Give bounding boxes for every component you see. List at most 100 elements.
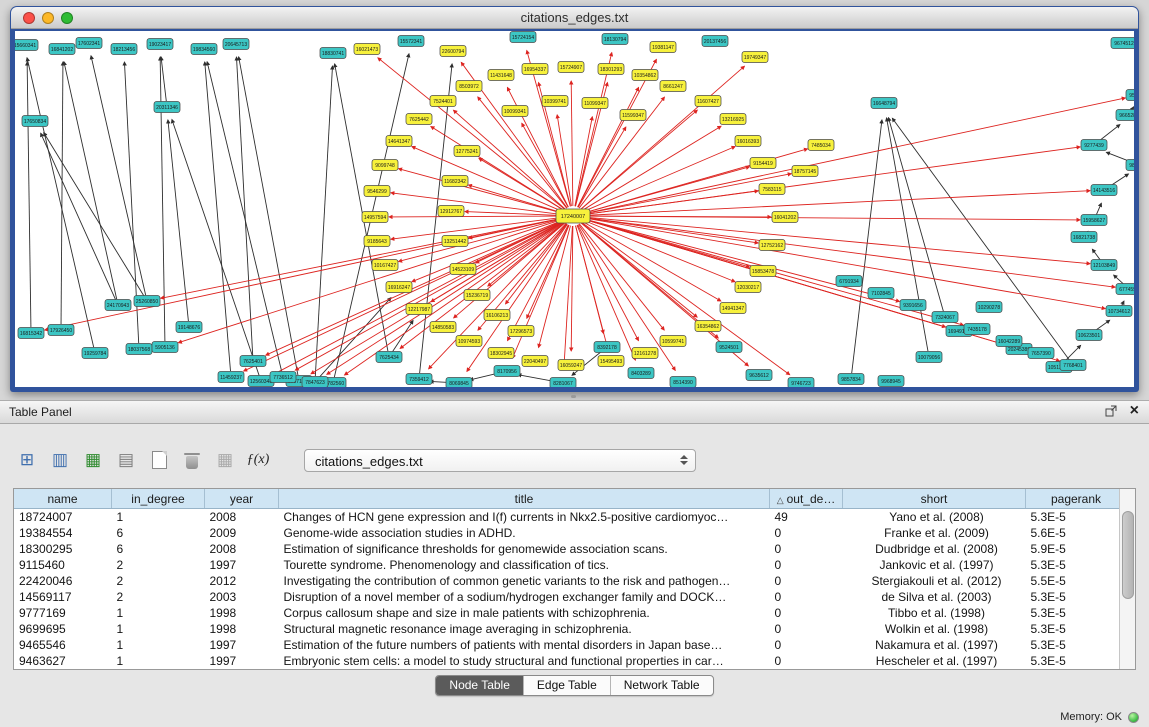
graph-node[interactable]: 9665283 [1116, 110, 1134, 121]
graph-node[interactable]: 18037568 [126, 344, 152, 355]
cell-title[interactable]: Corpus callosum shape and size in male p… [279, 605, 770, 621]
graph-node[interactable]: 11607427 [695, 96, 721, 107]
cell-short[interactable]: Dudbridge et al. (2008) [843, 541, 1026, 557]
cell-in-degree[interactable]: 2 [112, 573, 205, 589]
function-builder-icon[interactable]: ƒ(x) [247, 448, 269, 472]
table-scrollbar[interactable] [1119, 489, 1135, 669]
graph-node[interactable]: 7583115 [759, 184, 785, 195]
graph-node[interactable]: 7102845 [868, 288, 894, 299]
cell-short[interactable]: Stergiakouli et al. (2012) [843, 573, 1026, 589]
graph-node[interactable]: 15958627 [1081, 215, 1107, 226]
graph-node[interactable]: 14957594 [362, 212, 388, 223]
graph-node[interactable]: 17296573 [508, 326, 534, 337]
col-header-out-de[interactable]: △out_de… [770, 489, 843, 509]
cell-title[interactable]: Estimation of significance thresholds fo… [279, 541, 770, 557]
graph-node[interactable]: 7485034 [808, 140, 834, 151]
graph-node[interactable]: 11682342 [442, 176, 468, 187]
delete-column-icon[interactable] [181, 448, 203, 472]
network-window-titlebar[interactable]: citations_edges.txt [11, 7, 1138, 29]
table-row[interactable]: 977716911998Corpus callosum shape and si… [14, 605, 1127, 621]
graph-node[interactable]: 11431648 [488, 70, 514, 81]
cell-short[interactable]: Nakamura et al. (1997) [843, 637, 1026, 653]
cell-name[interactable]: 19384554 [14, 525, 112, 541]
graph-node[interactable]: 15572341 [398, 36, 424, 47]
tab-edge-table[interactable]: Edge Table [524, 676, 611, 695]
cell-out-de[interactable]: 0 [770, 541, 843, 557]
cell-year[interactable]: 1997 [205, 637, 279, 653]
cell-in-degree[interactable]: 1 [112, 605, 205, 621]
cell-year[interactable]: 1997 [205, 557, 279, 573]
graph-node[interactable]: 14641347 [386, 136, 412, 147]
graph-node[interactable]: 7847623 [302, 377, 328, 388]
cell-pagerank[interactable]: 5.6E-5 [1026, 525, 1127, 541]
graph-node[interactable]: 18213456 [111, 44, 137, 55]
graph-node[interactable]: 10623501 [1076, 330, 1102, 341]
cell-title[interactable]: Estimation of the future numbers of pati… [279, 637, 770, 653]
graph-node[interactable]: 18301293 [598, 64, 624, 75]
graph-node[interactable]: 15724154 [510, 32, 536, 43]
graph-node[interactable]: 8503972 [456, 81, 482, 92]
graph-node[interactable]: 9968945 [878, 376, 904, 387]
table-row[interactable]: 1938455462009Genome-wide association stu… [14, 525, 1127, 541]
cell-year[interactable]: 2008 [205, 509, 279, 526]
table-row[interactable]: 911546021997Tourette syndrome. Phenomeno… [14, 557, 1127, 573]
cell-title[interactable]: Genome-wide association studies in ADHD. [279, 525, 770, 541]
graph-node[interactable]: 12752162 [759, 240, 785, 251]
cell-in-degree[interactable]: 1 [112, 509, 205, 526]
row-height-icon[interactable]: ▤ [115, 448, 137, 472]
table-row[interactable]: 969969511998Structural magnetic resonanc… [14, 621, 1127, 637]
graph-node[interactable]: 17926450 [48, 325, 74, 336]
cell-in-degree[interactable]: 1 [112, 621, 205, 637]
cell-name[interactable]: 9465546 [14, 637, 112, 653]
cell-out-de[interactable]: 49 [770, 509, 843, 526]
new-column-icon[interactable] [148, 448, 170, 472]
graph-node[interactable]: 11599347 [620, 110, 646, 121]
graph-node[interactable]: 9674512 [1111, 38, 1134, 49]
cell-pagerank[interactable]: 5.3E-5 [1026, 637, 1127, 653]
cell-year[interactable]: 1998 [205, 621, 279, 637]
cell-title[interactable]: Disruption of a novel member of a sodium… [279, 589, 770, 605]
graph-node[interactable]: 9099748 [372, 160, 398, 171]
col-header-title[interactable]: title [279, 489, 770, 509]
col-header-in-degree[interactable]: in_degree [112, 489, 205, 509]
cell-pagerank[interactable]: 5.3E-5 [1026, 557, 1127, 573]
graph-node[interactable]: 9524501 [716, 342, 742, 353]
cell-out-de[interactable]: 0 [770, 653, 843, 669]
graph-node[interactable]: 8069845 [446, 378, 472, 388]
cell-title[interactable]: Structural magnetic resonance image aver… [279, 621, 770, 637]
graph-node[interactable]: 10079056 [916, 352, 942, 363]
network-canvas[interactable]: 1604120212752162158534781203021714941347… [15, 31, 1134, 387]
graph-node[interactable]: 7435178 [964, 324, 990, 335]
graph-node[interactable]: 19259784 [82, 348, 108, 359]
cell-year[interactable]: 2009 [205, 525, 279, 541]
cell-pagerank[interactable]: 5.3E-5 [1026, 605, 1127, 621]
graph-node[interactable]: 12217987 [406, 304, 432, 315]
graph-node[interactable]: 18830741 [320, 48, 346, 59]
cell-title[interactable]: Investigating the contribution of common… [279, 573, 770, 589]
graph-node[interactable]: 10354862 [632, 70, 658, 81]
graph-node[interactable]: 20645713 [223, 39, 249, 50]
cell-out-de[interactable]: 0 [770, 589, 843, 605]
cell-short[interactable]: Hescheler et al. (1997) [843, 653, 1026, 669]
graph-node[interactable]: 7324067 [932, 312, 958, 323]
cell-name[interactable]: 9777169 [14, 605, 112, 621]
graph-node[interactable]: 10290278 [976, 302, 1002, 313]
graph-node[interactable]: 20311346 [154, 102, 180, 113]
graph-node[interactable]: 16815342 [18, 328, 44, 339]
graph-node[interactable]: 15495493 [598, 356, 624, 367]
graph-node[interactable]: 16021473 [354, 44, 380, 55]
graph-node[interactable]: 7359412 [406, 374, 432, 385]
cell-in-degree[interactable]: 6 [112, 525, 205, 541]
cell-in-degree[interactable]: 2 [112, 557, 205, 573]
graph-node[interactable]: 16841202 [49, 44, 75, 55]
cell-pagerank[interactable]: 5.9E-5 [1026, 541, 1127, 557]
float-panel-icon[interactable] [1105, 405, 1117, 417]
graph-node[interactable]: 15724907 [558, 62, 584, 73]
cell-pagerank[interactable]: 5.3E-5 [1026, 589, 1127, 605]
cell-in-degree[interactable]: 6 [112, 541, 205, 557]
graph-node[interactable]: 19749347 [742, 52, 768, 63]
graph-node[interactable]: 9857834 [838, 374, 864, 385]
cell-year[interactable]: 2003 [205, 589, 279, 605]
table-scrollbar-thumb[interactable] [1122, 511, 1134, 599]
graph-node[interactable]: 12030217 [735, 282, 761, 293]
